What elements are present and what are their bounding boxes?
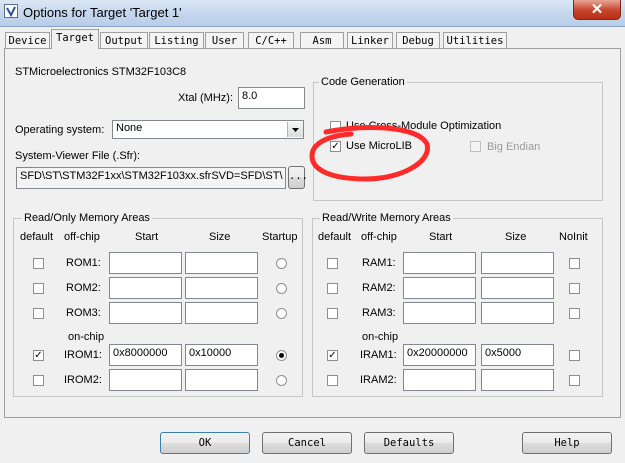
ro-header-start: Start — [135, 231, 159, 243]
sfr-label: System-Viewer File (.Sfr): — [15, 150, 141, 162]
ram3-label: RAM3: — [362, 307, 396, 319]
os-label: Operating system: — [15, 124, 105, 136]
irom2-label: IROM2: — [64, 374, 102, 386]
rom3-label: ROM3: — [66, 307, 101, 319]
readonly-memory-title: Read/Only Memory Areas — [22, 212, 152, 224]
rom2-size-input[interactable] — [185, 277, 258, 299]
ram1-start-input[interactable] — [403, 252, 476, 274]
iram1-default-checkbox[interactable]: ✓ — [327, 350, 338, 361]
tab-user[interactable]: User — [205, 32, 244, 48]
defaults-button[interactable]: Defaults — [364, 432, 454, 454]
rom1-size-input[interactable] — [185, 252, 258, 274]
ram2-noinit-checkbox[interactable] — [569, 283, 580, 294]
iram2-label: IRAM2: — [360, 374, 397, 386]
iram1-label: IRAM1: — [360, 349, 397, 361]
readwrite-memory-title: Read/Write Memory Areas — [320, 212, 453, 224]
xtal-label: Xtal (MHz): — [178, 92, 233, 104]
ram3-size-input[interactable] — [481, 302, 554, 324]
irom1-startup-radio[interactable] — [276, 350, 287, 361]
rom3-size-input[interactable] — [185, 302, 258, 324]
ro-header-offchip: off-chip — [64, 231, 100, 243]
iram1-noinit-checkbox[interactable] — [569, 350, 580, 361]
ram2-label: RAM2: — [362, 282, 396, 294]
window-title: Options for Target 'Target 1' — [23, 5, 182, 20]
iram1-start-input[interactable]: 0x20000000 — [403, 344, 476, 366]
rw-onchip-label: on-chip — [362, 331, 399, 343]
tab-linker[interactable]: Linker — [347, 32, 393, 48]
rw-header-noinit: NoInit — [559, 231, 588, 243]
rom2-startup-radio[interactable] — [276, 283, 287, 294]
tab-target[interactable]: Target — [51, 29, 99, 49]
rom3-default-checkbox[interactable] — [33, 308, 44, 319]
rom2-label: ROM2: — [66, 282, 101, 294]
tab-debug[interactable]: Debug — [396, 32, 440, 48]
device-name: STMicroelectronics STM32F103C8 — [15, 66, 187, 78]
rom3-startup-radio[interactable] — [276, 308, 287, 319]
ro-header-default: default — [20, 231, 54, 243]
rom1-startup-radio[interactable] — [276, 258, 287, 269]
ram2-size-input[interactable] — [481, 277, 554, 299]
os-value: None — [116, 122, 143, 134]
sfr-browse-button[interactable]: ... — [288, 166, 308, 189]
ram2-default-checkbox[interactable] — [327, 283, 338, 294]
ram1-default-checkbox[interactable] — [327, 258, 338, 269]
ram3-default-checkbox[interactable] — [327, 308, 338, 319]
app-icon — [4, 4, 18, 18]
rom3-start-input[interactable] — [109, 302, 182, 324]
iram1-size-input[interactable]: 0x5000 — [481, 344, 554, 366]
ro-header-size: Size — [209, 231, 231, 243]
iram2-default-checkbox[interactable] — [327, 375, 338, 386]
tab-cc[interactable]: C/C++ — [248, 32, 294, 48]
red-annotation-circle — [309, 125, 430, 182]
help-button[interactable]: Help — [522, 432, 612, 454]
big-endian-checkbox[interactable] — [470, 141, 481, 152]
rw-header-start: Start — [429, 231, 453, 243]
ok-button[interactable]: OK — [160, 432, 250, 454]
iram2-size-input[interactable] — [481, 369, 554, 391]
irom1-label: IROM1: — [64, 349, 102, 361]
iram2-start-input[interactable] — [403, 369, 476, 391]
ro-onchip-label: on-chip — [68, 331, 105, 343]
big-endian-label: Big Endian — [487, 141, 541, 153]
irom2-size-input[interactable] — [185, 369, 258, 391]
irom2-startup-radio[interactable] — [276, 375, 287, 386]
tab-utilities[interactable]: Utilities — [443, 32, 507, 48]
iram2-noinit-checkbox[interactable] — [569, 375, 580, 386]
check-icon: ✓ — [328, 350, 337, 361]
sfr-input[interactable]: SFD\ST\STM32F1xx\STM32F103xx.sfrSVD=SFD\… — [16, 167, 286, 189]
code-generation-title: Code Generation — [319, 76, 407, 88]
cancel-button[interactable]: Cancel — [262, 432, 352, 454]
xtal-input[interactable]: 8.0 — [238, 87, 305, 109]
ram2-start-input[interactable] — [403, 277, 476, 299]
close-button[interactable]: ✕ — [573, 0, 621, 20]
rom1-start-input[interactable] — [109, 252, 182, 274]
irom1-size-input[interactable]: 0x10000 — [185, 344, 258, 366]
irom2-start-input[interactable] — [109, 369, 182, 391]
rom2-default-checkbox[interactable] — [33, 283, 44, 294]
tab-device[interactable]: Device — [5, 32, 50, 48]
irom2-default-checkbox[interactable] — [33, 375, 44, 386]
ram1-noinit-checkbox[interactable] — [569, 258, 580, 269]
irom1-start-input[interactable]: 0x8000000 — [109, 344, 182, 366]
ram3-noinit-checkbox[interactable] — [569, 308, 580, 319]
tab-listing[interactable]: Listing — [149, 32, 204, 48]
rw-header-size: Size — [505, 231, 527, 243]
check-icon: ✓ — [34, 350, 43, 361]
ro-header-startup: Startup — [262, 231, 298, 243]
ram3-start-input[interactable] — [403, 302, 476, 324]
os-select[interactable]: None — [112, 120, 304, 139]
tab-asm[interactable]: Asm — [300, 32, 344, 48]
rom1-label: ROM1: — [66, 257, 101, 269]
ram1-label: RAM1: — [362, 257, 396, 269]
ram1-size-input[interactable] — [481, 252, 554, 274]
chevron-down-icon — [292, 128, 299, 132]
irom1-default-checkbox[interactable]: ✓ — [33, 350, 44, 361]
dropdown-arrow-button[interactable] — [287, 122, 303, 137]
rw-header-offchip: off-chip — [361, 231, 397, 243]
tab-output[interactable]: Output — [100, 32, 148, 48]
rom1-default-checkbox[interactable] — [33, 258, 44, 269]
rw-header-default: default — [318, 231, 352, 243]
rom2-start-input[interactable] — [109, 277, 182, 299]
